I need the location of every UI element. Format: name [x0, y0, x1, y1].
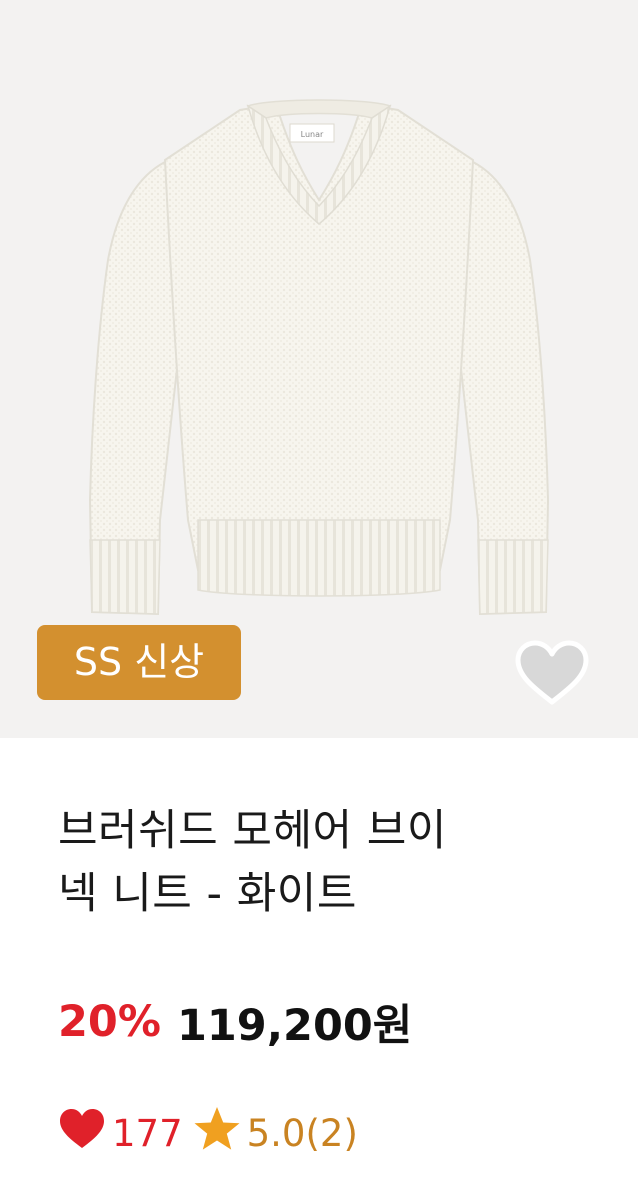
like-count: 177 — [112, 1111, 183, 1155]
product-image[interactable]: Lunar SS 신상 — [0, 0, 638, 738]
star-icon — [193, 1106, 241, 1161]
discount-rate: 20% — [58, 997, 161, 1047]
rating-value: 5.0(2) — [246, 1111, 358, 1155]
meta-row: 177 5.0(2) — [58, 1106, 358, 1160]
product-card[interactable]: Lunar SS 신상 브러쉬드 모헤어 브이 넥 니트 - 화이트 20% 1… — [0, 0, 638, 1200]
neck-label: Lunar — [301, 130, 324, 139]
price-row: 20% 119,200원 — [58, 992, 412, 1052]
new-season-badge: SS 신상 — [37, 625, 241, 700]
heart-outline-icon — [515, 640, 589, 705]
heart-filled-icon — [58, 1108, 106, 1159]
product-title[interactable]: 브러쉬드 모헤어 브이 넥 니트 - 화이트 — [58, 800, 598, 926]
product-title-line-2: 넥 니트 - 화이트 — [58, 869, 357, 919]
product-title-line-1: 브러쉬드 모헤어 브이 — [58, 806, 447, 856]
wishlist-button[interactable] — [512, 638, 592, 708]
sale-price: 119,200원 — [176, 1001, 413, 1051]
